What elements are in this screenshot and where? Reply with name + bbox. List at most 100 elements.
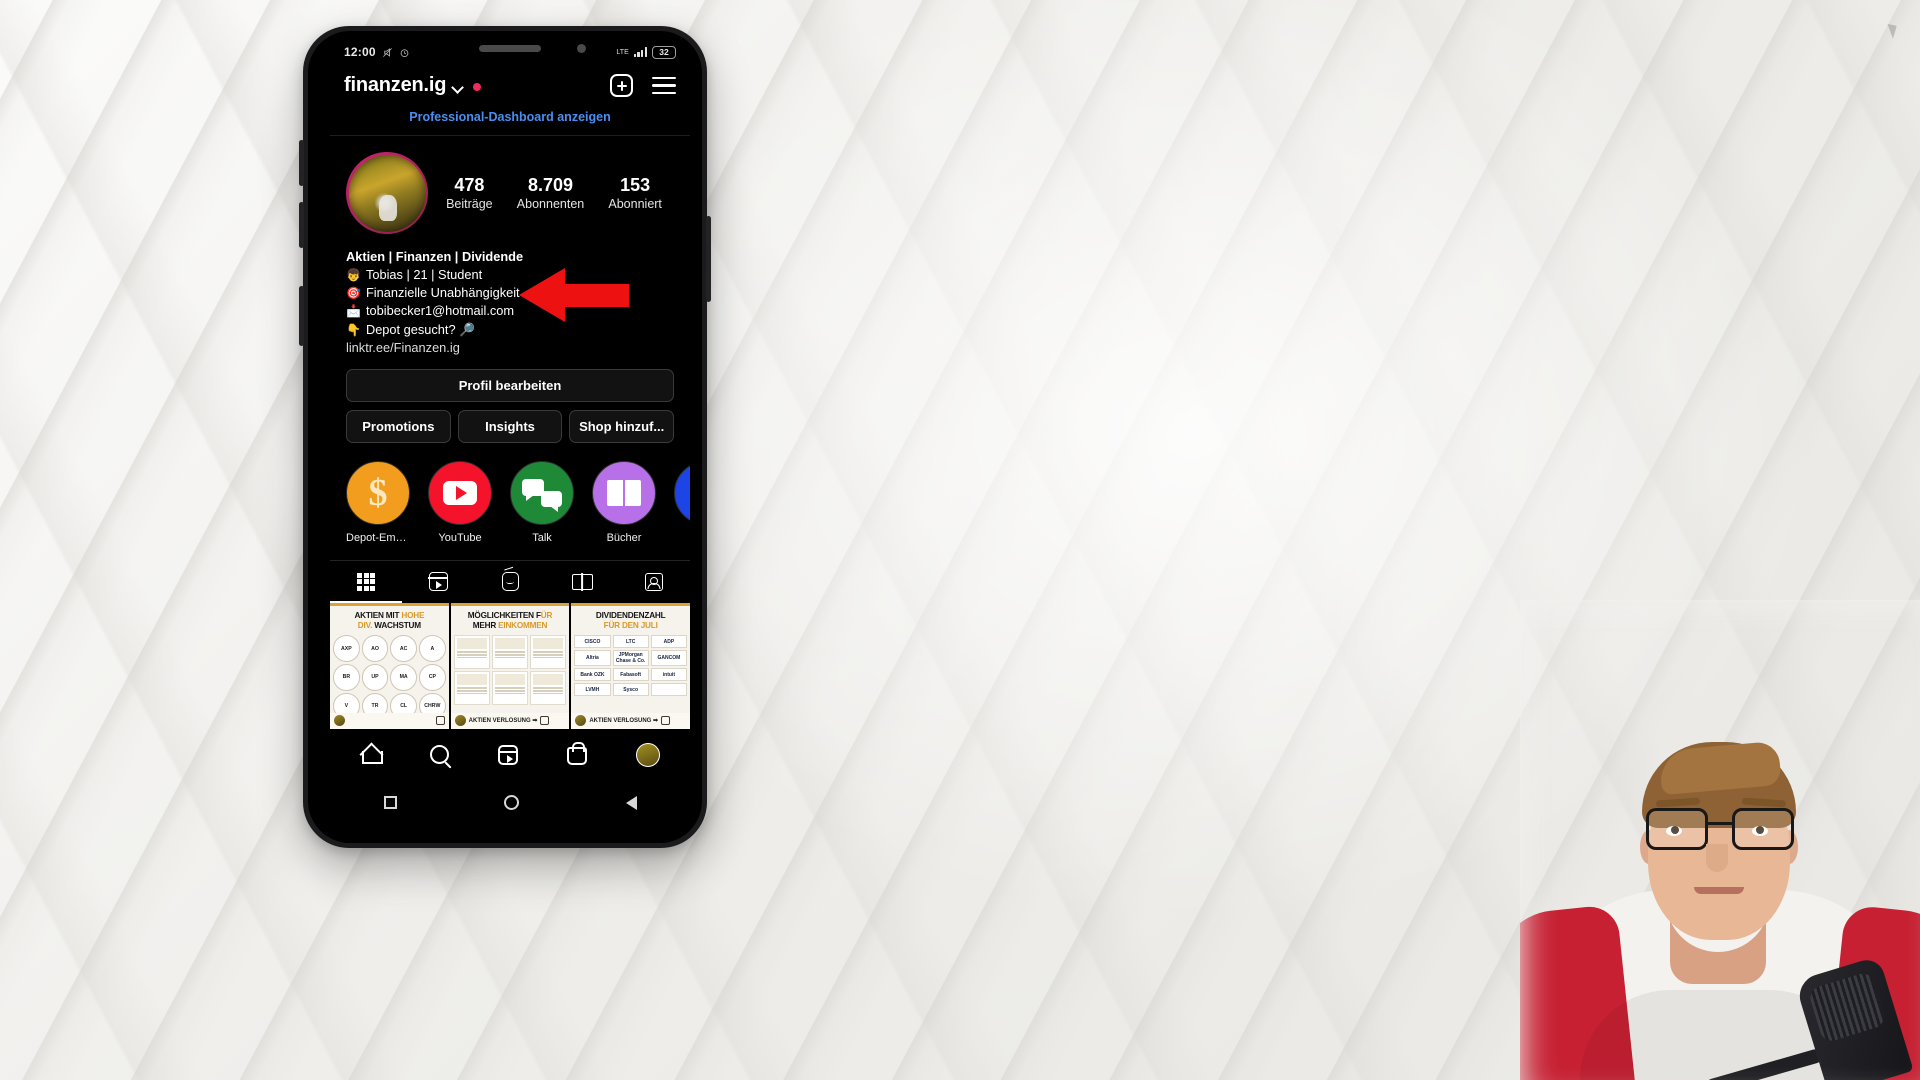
bio-line-4-text: Depot gesucht? 🔎 [365, 321, 476, 337]
post-title-accent: ÜR [540, 610, 553, 620]
brand-cell: intuit [650, 668, 687, 682]
reels-icon [427, 572, 449, 592]
edit-profile-button[interactable]: Profil bearbeiten [346, 368, 674, 402]
brand-cell [650, 683, 687, 697]
bio-title: Aktien | Finanzen | Dividende [346, 249, 524, 264]
ticker-tile: MA [390, 663, 417, 691]
avatar-image [348, 154, 426, 232]
front-camera [577, 44, 586, 53]
bio-line-2-text: Finanzielle Unabhängigkeit [365, 285, 520, 301]
profile-action-buttons: Profil bearbeiten Promotions Insights Sh… [330, 357, 690, 443]
battery-indicator: 32 [652, 45, 676, 59]
brand-cell: ADP [650, 635, 687, 649]
brand-cell: LTC [612, 635, 649, 649]
highlight-um[interactable]: Um [674, 460, 690, 544]
triangle-back-icon[interactable] [625, 795, 637, 810]
circle-icon[interactable] [503, 795, 519, 811]
highlight-label: Bücher [606, 531, 642, 544]
brand-cell: Bank OZK [574, 668, 611, 682]
envelope-emoji-icon: 📩 [346, 304, 361, 319]
app-header: finanzen.ig [330, 68, 690, 107]
stat-following-value: 153 [620, 175, 651, 196]
tagged-tab[interactable] [618, 561, 690, 603]
post-title-accent: HOHE [401, 610, 425, 620]
stat-followers[interactable]: 8.709 Abonnenten [517, 175, 584, 211]
post-author-avatar [575, 715, 587, 727]
post-2-card-grid [451, 633, 570, 707]
igtv-icon [501, 572, 519, 592]
home-icon[interactable] [360, 745, 384, 765]
plus-square-icon[interactable] [610, 74, 633, 97]
reels-icon[interactable] [497, 744, 518, 765]
stat-posts[interactable]: 478 Beiträge [446, 175, 493, 211]
webcam-presenter-overlay [1520, 600, 1920, 1080]
post-title-accent-2: DIV. [357, 620, 373, 630]
reels-tab[interactable] [402, 561, 474, 603]
account-username[interactable]: finanzen.ig [344, 74, 446, 97]
android-navigation-bar [330, 780, 690, 825]
professional-dashboard-link[interactable]: Professional-Dashboard anzeigen [330, 107, 690, 136]
highlight-talk[interactable]: Talk [510, 460, 574, 544]
post-brand-logo [435, 716, 445, 726]
stat-following[interactable]: 153 Abonniert [608, 175, 662, 211]
brand-cell: LVMH [574, 683, 611, 697]
post-thumbnail-2[interactable]: MÖGLICHKEITEN FÜR MEHR EINKOMMEN AKTIEN … [450, 602, 570, 729]
search-icon[interactable] [430, 745, 450, 765]
signal-bars-icon [633, 47, 647, 57]
header-actions [610, 74, 676, 97]
highlight-label: Depot-Empfe... [346, 531, 410, 544]
mute-switch[interactable] [299, 286, 304, 346]
post-footer: AKTIEN VERLOSUNG ➡ [571, 712, 690, 729]
highlight-label: Um [674, 532, 690, 544]
stat-followers-value: 8.709 [527, 175, 574, 196]
brand-cell: Fabasoft [612, 668, 649, 682]
person-emoji-icon: 👦 [346, 268, 361, 283]
profile-summary: 478 Beiträge 8.709 Abonnenten 153 Abonni… [330, 136, 690, 234]
highlight-buecher[interactable]: Bücher [592, 460, 656, 544]
power-button[interactable] [706, 216, 711, 302]
bio-external-link[interactable]: linktr.ee/Finanzen.ig [346, 339, 674, 357]
profile-avatar[interactable] [346, 152, 428, 234]
volume-up-button[interactable] [299, 140, 304, 186]
post-thumbnail-3[interactable]: DIVIDENDENZAHL FÜR DEN JULI CISCO LTC AD… [571, 602, 690, 729]
post-title-3: DIVIDENDENZAHL FÜR DEN JULI [571, 606, 690, 633]
insights-button[interactable]: Insights [457, 409, 563, 443]
add-shop-button[interactable]: Shop hinzuf... [569, 409, 675, 443]
profile-avatar-icon[interactable] [635, 742, 660, 767]
hamburger-menu-icon[interactable] [652, 77, 676, 94]
story-highlights[interactable]: $ Depot-Empfe... YouTube Talk [330, 443, 690, 544]
highlight-label: YouTube [438, 531, 482, 544]
status-bar-left: 12:00 [344, 45, 410, 59]
promotions-button[interactable]: Promotions [346, 409, 451, 443]
post-title-part: DIVIDENDENZAHL [595, 610, 666, 620]
open-book-icon [592, 460, 656, 525]
post-title-part: MÖGLICHKEITEN F [467, 610, 541, 620]
mini-card [453, 671, 490, 706]
notification-dot [473, 82, 482, 91]
post-title-accent-2: EINKOMMEN [498, 620, 548, 630]
stat-followers-label: Abonnenten [516, 196, 585, 211]
post-thumbnail-1[interactable]: AKTIEN MIT HOHE DIV. WACHSTUM AXP AO AC … [330, 602, 449, 729]
mini-card [491, 635, 529, 670]
chevron-down-icon[interactable] [451, 80, 465, 94]
shopping-bag-icon[interactable] [566, 742, 587, 766]
brand-cell: Altria [574, 650, 611, 667]
volume-down-button[interactable] [299, 202, 304, 248]
post-footer-cta: AKTIEN VERLOSUNG ➡ [468, 718, 538, 725]
post-title-part-2: WACHSTUM [372, 620, 421, 630]
highlight-depot-empfehlung[interactable]: $ Depot-Empfe... [346, 460, 410, 544]
grid-tab[interactable] [330, 561, 402, 603]
guide-tab[interactable] [546, 561, 618, 603]
mini-card [530, 635, 567, 670]
igtv-tab[interactable] [474, 561, 546, 603]
post-author-avatar [334, 715, 345, 727]
post-author-avatar [454, 715, 466, 727]
highlight-youtube[interactable]: YouTube [428, 460, 492, 544]
post-footer-text [348, 718, 433, 724]
square-icon[interactable] [383, 796, 397, 810]
bio-line-4: 👇 Depot gesucht? 🔎 [346, 321, 674, 339]
ticker-tile: A [418, 635, 446, 662]
stat-posts-label: Beiträge [446, 196, 493, 211]
earpiece-speaker [479, 45, 541, 52]
post-brand-logo [540, 716, 550, 726]
